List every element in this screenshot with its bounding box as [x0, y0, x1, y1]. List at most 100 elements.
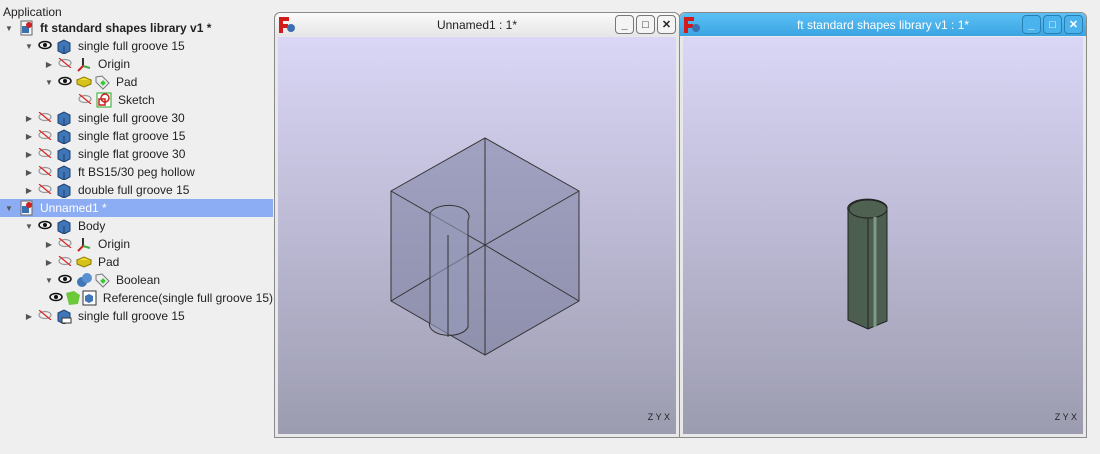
link-body-icon	[56, 308, 72, 325]
tree-item-label: ft standard shapes library v1 *	[40, 21, 212, 35]
3d-viewport[interactable]: Z Y X	[683, 37, 1083, 434]
eye-hidden-icon[interactable]	[58, 237, 74, 251]
tree-item[interactable]: ▶ single flat groove 15	[0, 127, 273, 145]
tree-item[interactable]: ▼ Unnamed1 *	[0, 199, 273, 217]
axis-y-label: Y	[655, 412, 662, 422]
tag-icon	[94, 74, 110, 90]
tree-item[interactable]: ▼ Body	[0, 217, 273, 235]
body-icon	[56, 38, 72, 55]
eye-hidden-icon[interactable]	[58, 57, 74, 71]
collapse-arrow-icon[interactable]: ▶	[24, 186, 34, 195]
tree-item[interactable]: ▶ double full groove 15	[0, 181, 273, 199]
document-icon	[18, 20, 34, 36]
tree-item[interactable]: ▼ single full groove 15	[0, 37, 273, 55]
eye-hidden-icon[interactable]	[38, 129, 54, 143]
tree-item-label: Sketch	[118, 93, 155, 107]
tree-item-label: Pad	[98, 255, 120, 269]
eye-icon[interactable]	[58, 273, 74, 287]
collapse-arrow-icon[interactable]: ▶	[44, 60, 54, 69]
origin-icon	[76, 56, 92, 72]
freecad-logo-icon	[279, 17, 295, 33]
tree-item-label: single full groove 15	[78, 39, 185, 53]
collapse-arrow-icon[interactable]: ▶	[44, 240, 54, 249]
expand-arrow-icon[interactable]: ▼	[24, 42, 34, 51]
body-icon	[56, 128, 72, 145]
collapse-arrow-icon[interactable]: ▶	[24, 114, 34, 123]
body-icon	[56, 182, 72, 199]
tree-item-label: Reference(single full groove 15)	[102, 291, 273, 305]
tree-item-label: single full groove 15	[78, 309, 185, 323]
view-window-unnamed1[interactable]: Unnamed1 : 1* _ □ ✕ Z Y X	[274, 12, 680, 438]
axis-z-label: Z	[647, 412, 654, 422]
window-title: Unnamed1 : 1*	[436, 17, 518, 32]
eye-hidden-icon[interactable]	[38, 309, 54, 323]
axis-y-label: Y	[1062, 412, 1069, 422]
expand-arrow-icon[interactable]: ▼	[44, 276, 54, 285]
eye-hidden-icon[interactable]	[38, 111, 54, 125]
eye-hidden-icon[interactable]	[38, 165, 54, 179]
boolean-icon	[76, 272, 92, 288]
collapse-arrow-icon[interactable]: ▶	[44, 258, 54, 267]
eye-icon[interactable]	[49, 291, 63, 305]
tree-item[interactable]: Sketch	[0, 91, 273, 109]
tree-item-label: Unnamed1 *	[40, 201, 107, 215]
document-icon	[18, 200, 34, 216]
tree-item[interactable]: ▶ single full groove 30	[0, 109, 273, 127]
maximize-button[interactable]: □	[1043, 15, 1062, 34]
collapse-arrow-icon[interactable]: ▶	[24, 312, 34, 321]
tree-item[interactable]: ▶ single flat groove 30	[0, 145, 273, 163]
eye-hidden-icon[interactable]	[78, 93, 94, 107]
tree-item[interactable]: ▶ ft BS15/30 peg hollow	[0, 163, 273, 181]
peg-shape	[847, 198, 888, 330]
pad-icon	[75, 254, 93, 270]
close-button[interactable]: ✕	[1064, 15, 1083, 34]
expand-arrow-icon[interactable]: ▼	[4, 204, 14, 213]
tag-icon	[94, 272, 110, 288]
eye-hidden-icon[interactable]	[38, 147, 54, 161]
collapse-arrow-icon[interactable]: ▶	[24, 168, 34, 177]
tree-item[interactable]: ▼ ft standard shapes library v1 *	[0, 19, 273, 37]
tree-item-label: single full groove 30	[78, 111, 185, 125]
tree-item[interactable]: ▶ Origin	[0, 55, 273, 73]
minimize-button[interactable]: _	[615, 15, 634, 34]
tree-item-label: Pad	[116, 75, 138, 89]
body-icon	[56, 218, 72, 235]
tree-item-label: Origin	[98, 57, 131, 71]
minimize-button[interactable]: _	[1022, 15, 1041, 34]
close-button[interactable]: ✕	[657, 15, 676, 34]
maximize-button[interactable]: □	[636, 15, 655, 34]
pad-icon	[75, 74, 93, 90]
body-icon	[56, 164, 72, 181]
eye-icon[interactable]	[38, 219, 54, 233]
expand-arrow-icon[interactable]: ▼	[44, 78, 54, 87]
eye-hidden-icon[interactable]	[38, 183, 54, 197]
expand-arrow-icon[interactable]: ▼	[24, 222, 34, 231]
tree-item[interactable]: ▶ Pad	[0, 253, 273, 271]
title-bar-active[interactable]: ft standard shapes library v1 : 1* _ □ ✕	[680, 13, 1086, 36]
tree-item[interactable]: ▶ Origin	[0, 235, 273, 253]
tree-item-label: single flat groove 15	[78, 129, 186, 143]
axis-x-label: X	[663, 412, 670, 422]
eye-icon[interactable]	[38, 39, 54, 53]
title-bar[interactable]: Unnamed1 : 1* _ □ ✕	[275, 13, 679, 36]
tree-header: Application	[3, 5, 62, 19]
tree-item-label: single flat groove 30	[78, 147, 186, 161]
tree-item[interactable]: ▼ Pad	[0, 73, 273, 91]
axis-z-label: Z	[1054, 412, 1061, 422]
view-window-library[interactable]: ft standard shapes library v1 : 1* _ □ ✕…	[679, 12, 1087, 438]
eye-hidden-icon[interactable]	[58, 255, 74, 269]
tree-item[interactable]: Reference(single full groove 15)	[0, 289, 273, 307]
tree-item[interactable]: ▶ single full groove 15	[0, 307, 273, 325]
axis-indicator: Z Y X	[1055, 412, 1077, 422]
eye-icon[interactable]	[58, 75, 74, 89]
3d-viewport[interactable]: Z Y X	[278, 37, 676, 434]
collapse-arrow-icon[interactable]: ▶	[24, 150, 34, 159]
tree-item-label: Boolean	[116, 273, 161, 287]
collapse-arrow-icon[interactable]: ▶	[24, 132, 34, 141]
body-icon	[56, 146, 72, 163]
tree-item-label: ft BS15/30 peg hollow	[78, 165, 195, 179]
tree-item-label: Origin	[98, 237, 131, 251]
body-icon	[56, 110, 72, 127]
expand-arrow-icon[interactable]: ▼	[4, 24, 14, 33]
tree-item[interactable]: ▼ Boolean	[0, 271, 273, 289]
